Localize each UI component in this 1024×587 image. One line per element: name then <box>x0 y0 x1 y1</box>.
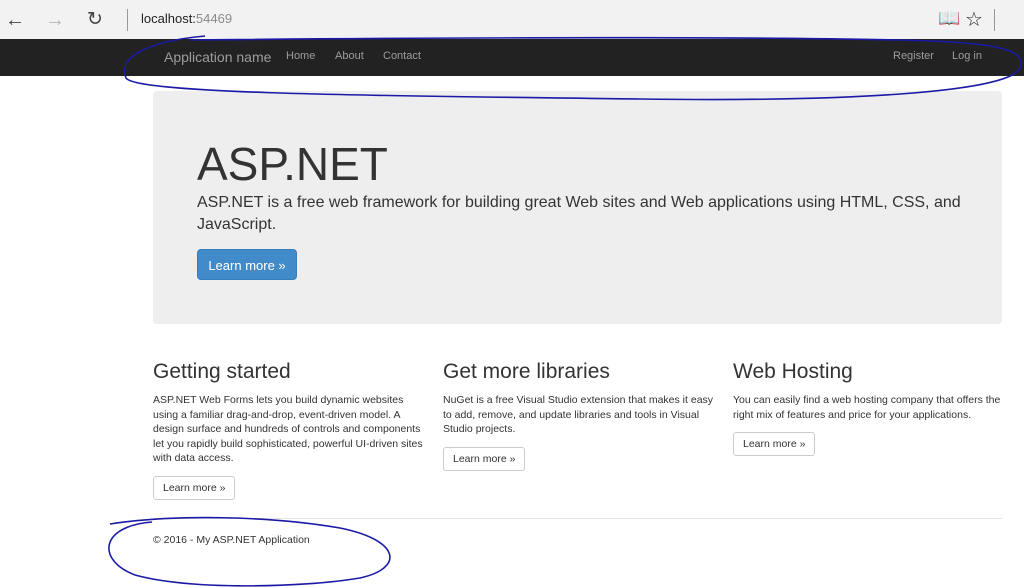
nav-link-register[interactable]: Register <box>893 50 934 62</box>
column-title: Web Hosting <box>733 360 853 383</box>
navbar-brand[interactable]: Application name <box>164 49 271 65</box>
footer-annotation-ellipse <box>108 516 391 587</box>
jumbotron: ASP.NET ASP.NET is a free web framework … <box>153 91 1002 324</box>
footer-divider <box>153 518 1002 519</box>
column-text: ASP.NET Web Forms lets you build dynamic… <box>153 394 423 464</box>
navbar: Application name Home About Contact Regi… <box>0 39 1024 76</box>
nav-link-home[interactable]: Home <box>286 50 315 62</box>
refresh-icon[interactable]: ↻ <box>84 9 106 31</box>
jumbotron-title: ASP.NET <box>197 138 388 190</box>
browser-toolbar: ← → ↻ localhost:54469 📖 ☆ <box>0 0 1024 40</box>
forward-arrow-icon[interactable]: → <box>44 9 66 31</box>
column-getting-started: Getting started ASP.NET Web Forms lets y… <box>153 358 428 500</box>
address-host: localhost: <box>141 11 196 26</box>
learn-more-button[interactable]: Learn more » <box>733 432 816 456</box>
nav-link-about[interactable]: About <box>335 50 364 62</box>
learn-more-primary-button[interactable]: Learn more » <box>197 249 297 280</box>
favorite-star-icon[interactable]: ☆ <box>965 7 983 32</box>
toolbar-divider <box>127 9 128 31</box>
column-text: You can easily find a web hosting compan… <box>733 394 1001 421</box>
address-port: 54469 <box>195 11 233 26</box>
column-title: Get more libraries <box>443 360 610 383</box>
address-bar[interactable]: localhost:54469 <box>141 11 232 26</box>
toolbar-divider-right <box>994 9 995 31</box>
column-text: NuGet is a free Visual Studio extension … <box>443 394 714 435</box>
footer-copyright: © 2016 - My ASP.NET Application <box>153 534 310 546</box>
column-get-more-libraries: Get more libraries NuGet is a free Visua… <box>443 358 718 471</box>
learn-more-button[interactable]: Learn more » <box>153 475 236 500</box>
learn-more-button[interactable]: Learn more » <box>443 446 526 471</box>
jumbotron-lead: ASP.NET is a free web framework for buil… <box>197 194 961 233</box>
back-arrow-icon[interactable]: ← <box>4 9 26 31</box>
nav-link-contact[interactable]: Contact <box>383 50 421 62</box>
column-web-hosting: Web Hosting You can easily find a web ho… <box>733 358 1008 456</box>
column-title: Getting started <box>153 360 291 383</box>
nav-link-login[interactable]: Log in <box>952 50 982 62</box>
reading-view-icon[interactable]: 📖 <box>938 8 960 29</box>
